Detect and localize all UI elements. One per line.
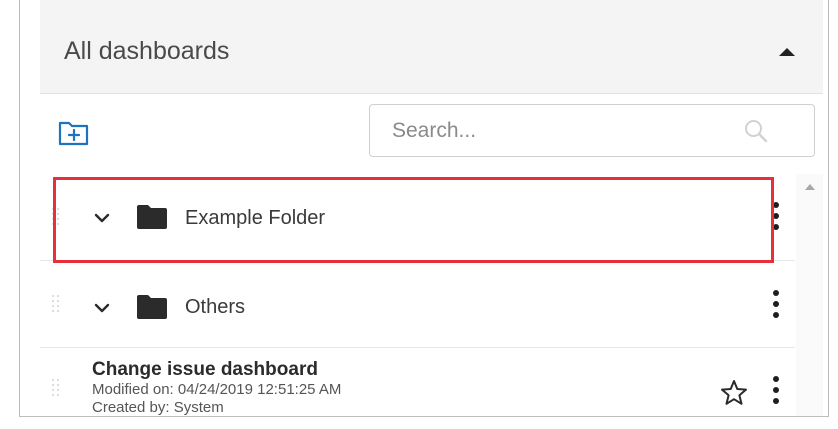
search-icon[interactable]: [743, 118, 769, 149]
drag-handle-icon[interactable]: [52, 295, 60, 315]
folder-icon: [136, 294, 168, 325]
search-box[interactable]: [369, 104, 815, 157]
more-options-icon[interactable]: [771, 202, 781, 230]
drag-handle-icon[interactable]: [52, 379, 60, 399]
drag-handle-icon[interactable]: [52, 208, 60, 228]
folder-row-others[interactable]: Others: [40, 261, 795, 348]
folder-icon: [136, 204, 168, 235]
scroll-up-arrow-icon[interactable]: [805, 184, 815, 190]
panel-header[interactable]: All dashboards: [40, 0, 823, 94]
dashboard-title[interactable]: Change issue dashboard: [92, 359, 318, 381]
scrollbar[interactable]: [796, 174, 823, 416]
star-icon[interactable]: [720, 379, 748, 411]
dashboard-modified: Modified on: 04/24/2019 12:51:25 AM: [92, 381, 342, 398]
toolbar: [40, 94, 823, 174]
search-input[interactable]: [390, 115, 734, 147]
more-options-icon[interactable]: [771, 290, 781, 318]
chevron-down-icon[interactable]: [94, 301, 110, 315]
dashboard-list: Example Folder Others Change issue dashb…: [40, 174, 823, 416]
folder-name[interactable]: Example Folder: [185, 207, 325, 230]
folder-plus-icon[interactable]: [58, 119, 90, 152]
dashboard-created: Created by: System: [92, 399, 224, 416]
chevron-down-icon[interactable]: [94, 211, 110, 225]
dashboards-panel: All dashboards Search... Example Folder …: [19, 0, 829, 417]
folder-row-example-folder[interactable]: Example Folder: [40, 174, 795, 261]
folder-name[interactable]: Others: [185, 296, 245, 319]
dashboard-row-change-issue[interactable]: Change issue dashboard Modified on: 04/2…: [40, 349, 795, 416]
more-options-icon[interactable]: [771, 376, 781, 404]
panel-title: All dashboards: [64, 37, 230, 65]
collapse-caret-icon[interactable]: [779, 48, 795, 56]
